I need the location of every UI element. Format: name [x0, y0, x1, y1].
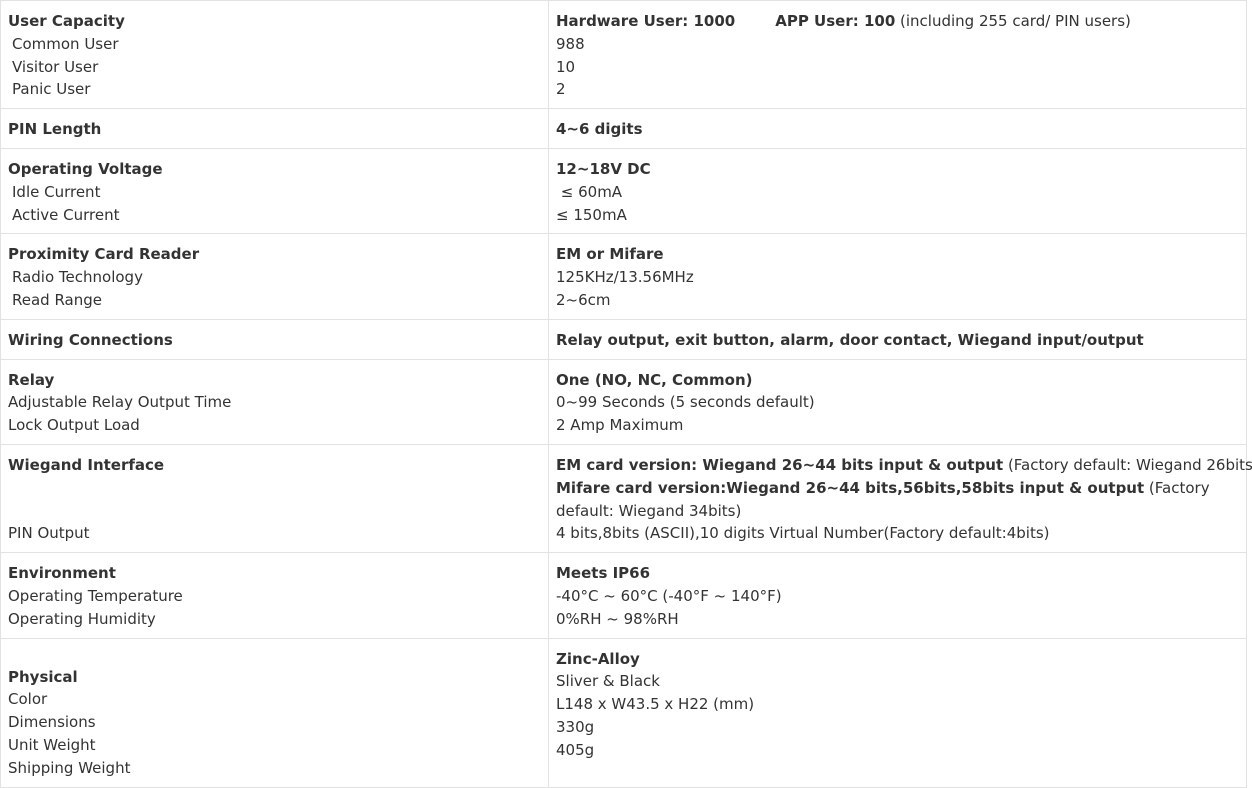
row-physical: Physical Color Dimensions Unit Weight Sh…: [0, 637, 1247, 788]
row-wiring: Wiring Connections Relay output, exit bu…: [0, 318, 1247, 360]
common-user-label: Common User: [12, 34, 119, 53]
row-pin-length: PIN Length 4~6 digits: [0, 108, 1247, 149]
visitor-user-value: 10: [556, 57, 576, 76]
shipping-weight-label: Shipping Weight: [8, 758, 131, 777]
wiegand-em-note: (Factory default: Wiegand 26bits): [1003, 455, 1252, 474]
operating-humidity-label: Operating Humidity: [8, 609, 156, 628]
radio-technology-label: Radio Technology: [12, 268, 143, 287]
unit-weight-label: Unit Weight: [8, 735, 96, 754]
wiegand-em-value: EM card version: Wiegand 26~44 bits inpu…: [556, 455, 1004, 474]
user-capacity-labels: User Capacity Common User Visitor User P…: [0, 0, 549, 110]
row-operating-voltage: Operating Voltage Idle Current Active Cu…: [0, 147, 1247, 235]
shipping-weight-value: 405g: [556, 740, 595, 759]
pin-length-label: PIN Length: [8, 120, 102, 139]
unit-weight-value: 330g: [556, 717, 595, 736]
environment-label: Environment: [8, 564, 116, 583]
panic-user-label: Panic User: [12, 80, 91, 99]
wiegand-label: Wiegand Interface: [8, 455, 165, 474]
environment-values: Meets IP66 -40°C ~ 60°C (-40°F ~ 140°F) …: [548, 552, 1247, 639]
physical-value: Zinc-Alloy: [556, 649, 640, 668]
proximity-value: EM or Mifare: [556, 245, 664, 264]
relay-labels: Relay Adjustable Relay Output Time Lock …: [0, 358, 549, 445]
hardware-user-value: Hardware User: 1000: [556, 12, 736, 30]
wiring-label: Wiring Connections: [8, 330, 173, 349]
row-environment: Environment Operating Temperature Operat…: [0, 552, 1247, 639]
idle-current-label: Idle Current: [12, 182, 101, 201]
relay-label: Relay: [8, 370, 55, 389]
environment-value: Meets IP66: [556, 564, 651, 583]
color-label: Color: [8, 690, 48, 709]
spec-table: User Capacity Common User Visitor User P…: [0, 0, 1252, 788]
row-proximity: Proximity Card Reader Radio Technology R…: [0, 233, 1247, 320]
user-capacity-label: User Capacity: [8, 12, 125, 30]
operating-voltage-values: 12~18V DC ≤ 60mA ≤ 150mA: [548, 147, 1247, 235]
operating-voltage-labels: Operating Voltage Idle Current Active Cu…: [0, 147, 549, 235]
wiring-value: Relay output, exit button, alarm, door c…: [556, 330, 1144, 349]
wiegand-values: EM card version: Wiegand 26~44 bits inpu…: [548, 443, 1252, 554]
idle-current-value: ≤ 60mA: [556, 182, 623, 201]
row-user-capacity: User Capacity Common User Visitor User P…: [0, 0, 1247, 110]
physical-values: Zinc-Alloy Sliver & Black L148 x W43.5 x…: [548, 637, 1247, 788]
operating-voltage-value: 12~18V DC: [556, 159, 651, 178]
visitor-user-label: Visitor User: [12, 57, 99, 76]
radio-technology-value: 125KHz/13.56MHz: [556, 268, 694, 287]
physical-label: Physical: [8, 667, 78, 686]
pin-length-values: 4~6 digits: [548, 108, 1247, 149]
pin-length-value: 4~6 digits: [556, 120, 643, 139]
wiring-labels: Wiring Connections: [0, 318, 549, 360]
relay-values: One (NO, NC, Common) 0~99 Seconds (5 sec…: [548, 358, 1247, 445]
operating-voltage-label: Operating Voltage: [8, 159, 163, 178]
proximity-labels: Proximity Card Reader Radio Technology R…: [0, 233, 549, 320]
lock-load-value: 2 Amp Maximum: [556, 416, 684, 435]
active-current-value: ≤ 150mA: [556, 205, 627, 224]
user-capacity-values: Hardware User: 1000 APP User: 100 (includ…: [548, 0, 1247, 110]
panic-user-value: 2: [556, 80, 566, 99]
relay-value: One (NO, NC, Common): [556, 370, 753, 389]
relay-time-label: Adjustable Relay Output Time: [8, 393, 232, 412]
wiring-values: Relay output, exit button, alarm, door c…: [548, 318, 1247, 360]
lock-load-label: Lock Output Load: [8, 416, 140, 435]
relay-time-value: 0~99 Seconds (5 seconds default): [556, 393, 815, 412]
pin-output-value: 4 bits,8bits (ASCII),10 digits Virtual N…: [556, 524, 1050, 543]
read-range-label: Read Range: [12, 290, 102, 309]
operating-humidity-value: 0%RH ~ 98%RH: [556, 609, 679, 628]
read-range-value: 2~6cm: [556, 290, 611, 309]
pin-output-label: PIN Output: [8, 524, 90, 543]
user-capacity-header: Hardware User: 1000 APP User: 100 (includ…: [556, 10, 1239, 33]
app-user-value: APP User: 100: [775, 12, 896, 30]
environment-labels: Environment Operating Temperature Operat…: [0, 552, 549, 639]
common-user-value: 988: [556, 34, 585, 53]
operating-temperature-label: Operating Temperature: [8, 586, 183, 605]
wiegand-mifare-value: Mifare card version:Wiegand 26~44 bits,5…: [556, 478, 1145, 497]
physical-labels: Physical Color Dimensions Unit Weight Sh…: [0, 637, 549, 788]
pin-length-labels: PIN Length: [0, 108, 549, 149]
dimensions-value: L148 x W43.5 x H22 (mm): [556, 695, 755, 714]
wiegand-labels: Wiegand Interface PIN Output: [0, 443, 549, 554]
wiegand-em-line: EM card version: Wiegand 26~44 bits inpu…: [556, 454, 1252, 477]
proximity-label: Proximity Card Reader: [8, 245, 200, 264]
app-user-note: (including 255 card/ PIN users): [895, 12, 1131, 30]
active-current-label: Active Current: [12, 205, 120, 224]
wiegand-mifare-line: Mifare card version:Wiegand 26~44 bits,5…: [556, 477, 1239, 523]
proximity-values: EM or Mifare 125KHz/13.56MHz 2~6cm: [548, 233, 1247, 320]
row-wiegand: Wiegand Interface PIN Output EM card ver…: [0, 443, 1252, 554]
color-value: Sliver & Black: [556, 672, 660, 691]
operating-temperature-value: -40°C ~ 60°C (-40°F ~ 140°F): [556, 586, 782, 605]
dimensions-label: Dimensions: [8, 713, 96, 732]
row-relay: Relay Adjustable Relay Output Time Lock …: [0, 358, 1247, 445]
